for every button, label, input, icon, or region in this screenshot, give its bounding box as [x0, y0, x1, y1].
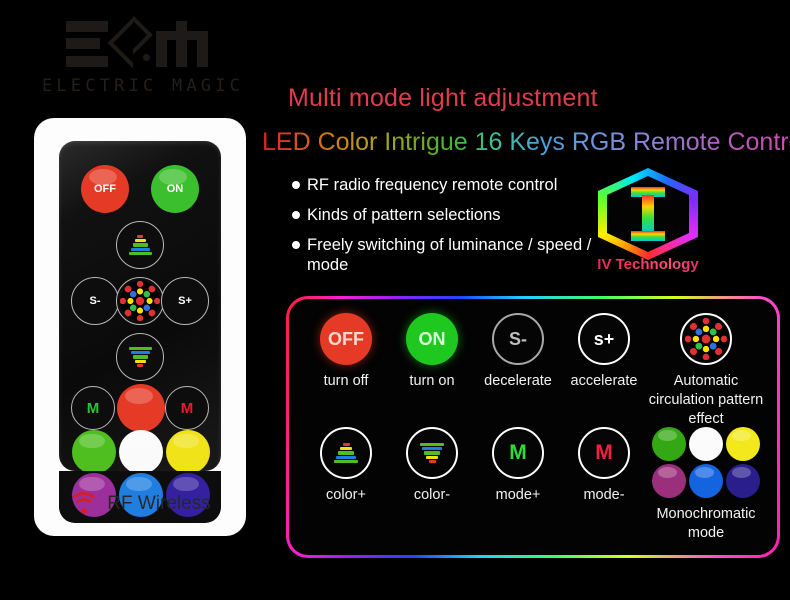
wifi-signal-icon	[68, 492, 101, 516]
rf-wireless-label: RF Wireless	[107, 493, 211, 514]
list-item: RF radio frequency remote control	[292, 175, 622, 195]
legend-caption: Automatic circulation pattern effect	[648, 373, 764, 427]
swatch-blue	[689, 464, 723, 498]
remote-button-off[interactable]: OFF	[81, 165, 129, 213]
bullet-dot-icon	[292, 211, 300, 219]
brand-logo: ELECTRIC MAGIC	[42, 15, 245, 96]
pyramid-down-icon	[419, 440, 445, 466]
page-title: Multi mode light adjustment	[288, 84, 598, 112]
letter-e-glyph	[66, 21, 108, 67]
legend-row-2: color+ color- M mode+ M mode- Monochroma…	[303, 427, 765, 543]
brand-name: ELECTRIC MAGIC	[42, 76, 245, 96]
remote-control-card: OFF ON S- S+ M M RF Wireless	[34, 118, 246, 536]
legend-caption: color-	[413, 487, 451, 503]
legend-item-monochromatic[interactable]: Monochromatic mode	[647, 427, 765, 543]
list-item: Freely switching of luminance / speed / …	[292, 235, 622, 275]
bullet-dot-icon	[292, 181, 300, 189]
mandala-pattern-icon	[120, 281, 160, 321]
legend-caption: mode+	[495, 487, 541, 503]
legend-item-on[interactable]: ON turn on	[389, 313, 475, 391]
iv-technology-caption: IV Technology	[592, 256, 704, 273]
legend-icon-speed-up: s+	[578, 313, 630, 365]
rf-wireless-badge: RF Wireless	[34, 492, 246, 516]
color-swatch-grid	[652, 427, 760, 498]
remote-body: OFF ON S- S+ M M	[59, 141, 221, 474]
remote-button-mode-up[interactable]: M	[71, 386, 115, 430]
swatch-darkblue	[726, 464, 760, 498]
legend-caption: mode-	[583, 487, 625, 503]
legend-row-1: OFF turn off ON turn on S- decelerate s+…	[303, 313, 765, 429]
remote-button-color-down[interactable]	[116, 333, 164, 381]
legend-caption: turn off	[323, 373, 369, 389]
swatch-purple	[652, 464, 686, 498]
legend-icon-mode-up: M	[492, 427, 544, 479]
legend-icon-color-up	[320, 427, 372, 479]
swatch-white	[689, 427, 723, 461]
pyramid-down-icon	[127, 344, 153, 370]
list-item-label: Freely switching of luminance / speed / …	[307, 236, 592, 274]
legend-panel: OFF turn off ON turn on S- decelerate s+…	[286, 296, 780, 558]
hexagon-icon	[598, 168, 698, 260]
legend-icon-on: ON	[406, 313, 458, 365]
legend-item-off[interactable]: OFF turn off	[303, 313, 389, 391]
remote-button-red[interactable]	[117, 384, 165, 432]
ampersand-glyph	[107, 15, 159, 69]
remote-button-speed-down[interactable]: S-	[71, 277, 119, 325]
feature-list: RF radio frequency remote control Kinds …	[292, 175, 622, 285]
remote-button-pattern[interactable]	[116, 277, 164, 325]
legend-item-auto-pattern[interactable]: Automatic circulation pattern effect	[647, 313, 765, 429]
legend-caption: accelerate	[570, 373, 638, 389]
page-subtitle: LED Color Intrigue 16 Keys RGB Remote Co…	[262, 128, 790, 157]
brand-mark-em	[42, 15, 232, 70]
list-item-label: RF radio frequency remote control	[307, 176, 558, 194]
list-item: Kinds of pattern selections	[292, 205, 622, 225]
remote-button-speed-up[interactable]: S+	[161, 277, 209, 325]
remote-button-mode-down[interactable]: M	[165, 386, 209, 430]
legend-item-mode-down[interactable]: M mode-	[561, 427, 647, 505]
legend-item-mode-up[interactable]: M mode+	[475, 427, 561, 505]
remote-button-color-up[interactable]	[116, 221, 164, 269]
remote-button-yellow[interactable]	[166, 430, 210, 474]
remote-button-on[interactable]: ON	[151, 165, 199, 213]
list-item-label: Kinds of pattern selections	[307, 206, 501, 224]
legend-item-color-down[interactable]: color-	[389, 427, 475, 505]
legend-caption: decelerate	[484, 373, 552, 389]
swatch-yellow	[726, 427, 760, 461]
remote-button-green[interactable]	[72, 430, 116, 474]
legend-item-accelerate[interactable]: s+ accelerate	[561, 313, 647, 391]
legend-item-color-up[interactable]: color+	[303, 427, 389, 505]
legend-icon-color-down	[406, 427, 458, 479]
legend-icon-speed-down: S-	[492, 313, 544, 365]
legend-icon-off: OFF	[320, 313, 372, 365]
remote-button-white[interactable]	[119, 430, 163, 474]
legend-item-decelerate[interactable]: S- decelerate	[475, 313, 561, 391]
legend-caption: turn on	[409, 373, 455, 389]
swatch-green	[652, 427, 686, 461]
legend-caption: Monochromatic mode	[656, 506, 756, 541]
mandala-pattern-icon	[685, 318, 727, 360]
iv-technology-logo: IV Technology	[592, 168, 704, 276]
legend-icon-pattern	[680, 313, 732, 365]
pyramid-up-icon	[333, 440, 359, 466]
bullet-dot-icon	[292, 241, 300, 249]
pyramid-up-icon	[127, 232, 153, 258]
legend-caption: color+	[326, 487, 366, 503]
legend-icon-mode-down: M	[578, 427, 630, 479]
letter-i-glyph	[631, 187, 665, 241]
letter-m-glyph	[156, 21, 208, 67]
